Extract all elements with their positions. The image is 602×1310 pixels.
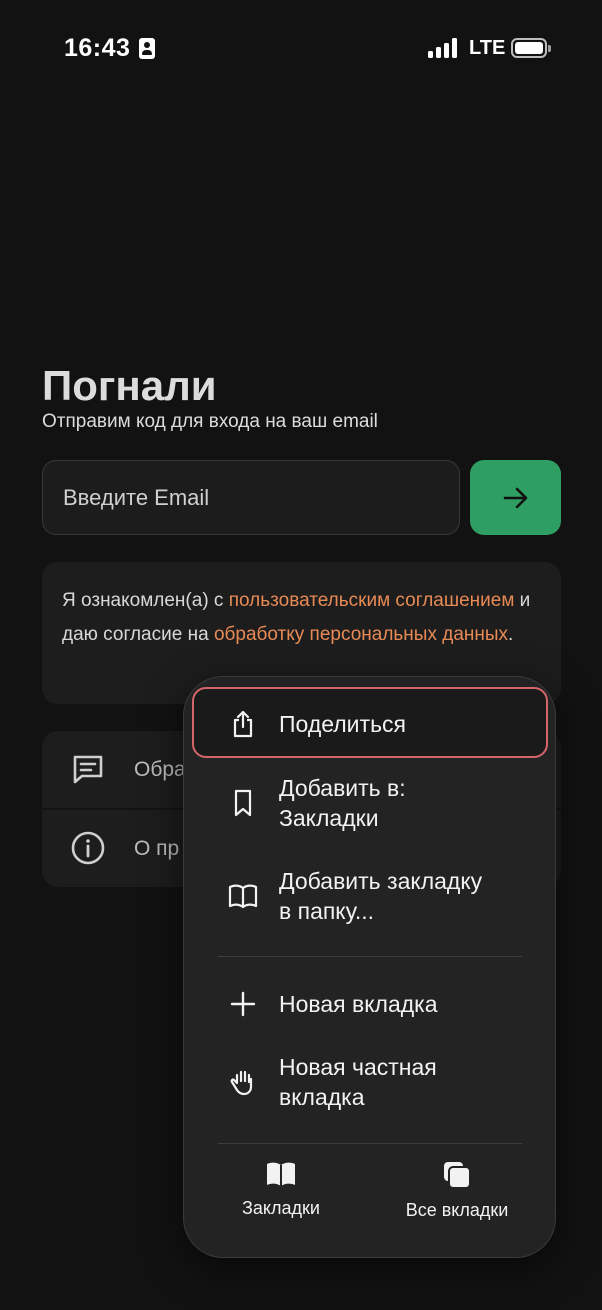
- menu-item-label: Новая частная: [279, 1054, 437, 1080]
- menu-item-label: Закладки: [279, 805, 379, 831]
- message-icon: [73, 755, 103, 784]
- tabs-icon: [444, 1162, 471, 1189]
- email-field[interactable]: [42, 460, 460, 535]
- menu-item-label: в папку...: [279, 898, 374, 924]
- signal-icon: [428, 38, 460, 58]
- info-icon: [71, 831, 105, 865]
- status-time: 16:43: [64, 34, 131, 62]
- submit-arrow-button[interactable]: [470, 460, 561, 535]
- menu-item-label: вкладка: [279, 1084, 365, 1110]
- battery-icon: [511, 38, 551, 58]
- user-agreement-link[interactable]: пользовательским соглашением: [229, 590, 515, 611]
- plus-icon: [230, 991, 256, 1017]
- menu-item-new-tab[interactable]: Новая вкладка: [184, 989, 557, 1019]
- consent-text-part: Я ознакомлен(а) с: [62, 590, 229, 611]
- all-tabs-button-label: Все вкладки: [405, 1200, 509, 1220]
- hand-icon: [230, 1070, 253, 1096]
- status-bar: 16:43 LTE: [0, 0, 602, 96]
- page-subtitle: Отправим код для входа на ваш email: [42, 411, 378, 432]
- menu-item-add-to-bookmarks[interactable]: Добавить в: Закладки: [184, 773, 557, 833]
- all-tabs-button[interactable]: Все вкладки: [396, 1160, 518, 1221]
- menu-item-label: Новая вкладка: [279, 991, 438, 1017]
- open-book-icon: [228, 884, 258, 909]
- contact-card-icon: [139, 38, 155, 59]
- share-icon: [233, 710, 253, 738]
- menu-item-label: Добавить в:: [279, 775, 406, 801]
- book-filled-icon: [267, 1162, 295, 1186]
- menu-divider: [218, 956, 522, 957]
- page-title: Погнали: [42, 362, 217, 409]
- bookmarks-button-label: Закладки: [242, 1198, 320, 1218]
- network-type: LTE: [469, 37, 506, 59]
- personal-data-link[interactable]: обработку персональных данных: [214, 624, 508, 645]
- list-item-label: Обра: [134, 757, 186, 781]
- menu-divider: [218, 1143, 522, 1144]
- menu-item-label: Добавить закладку: [279, 868, 483, 894]
- consent-text-part: .: [508, 624, 514, 645]
- menu-item-private-tab[interactable]: Новая частная вкладка: [184, 1052, 557, 1112]
- bookmark-icon: [234, 789, 252, 817]
- arrow-right-icon: [503, 487, 527, 508]
- bookmarks-button[interactable]: Закладки: [236, 1160, 326, 1219]
- menu-item-share[interactable]: Поделиться: [184, 709, 557, 739]
- menu-item-add-to-folder[interactable]: Добавить закладку в папку...: [184, 866, 557, 926]
- menu-item-label: Поделиться: [279, 711, 407, 737]
- list-item-label: О пр: [134, 836, 180, 860]
